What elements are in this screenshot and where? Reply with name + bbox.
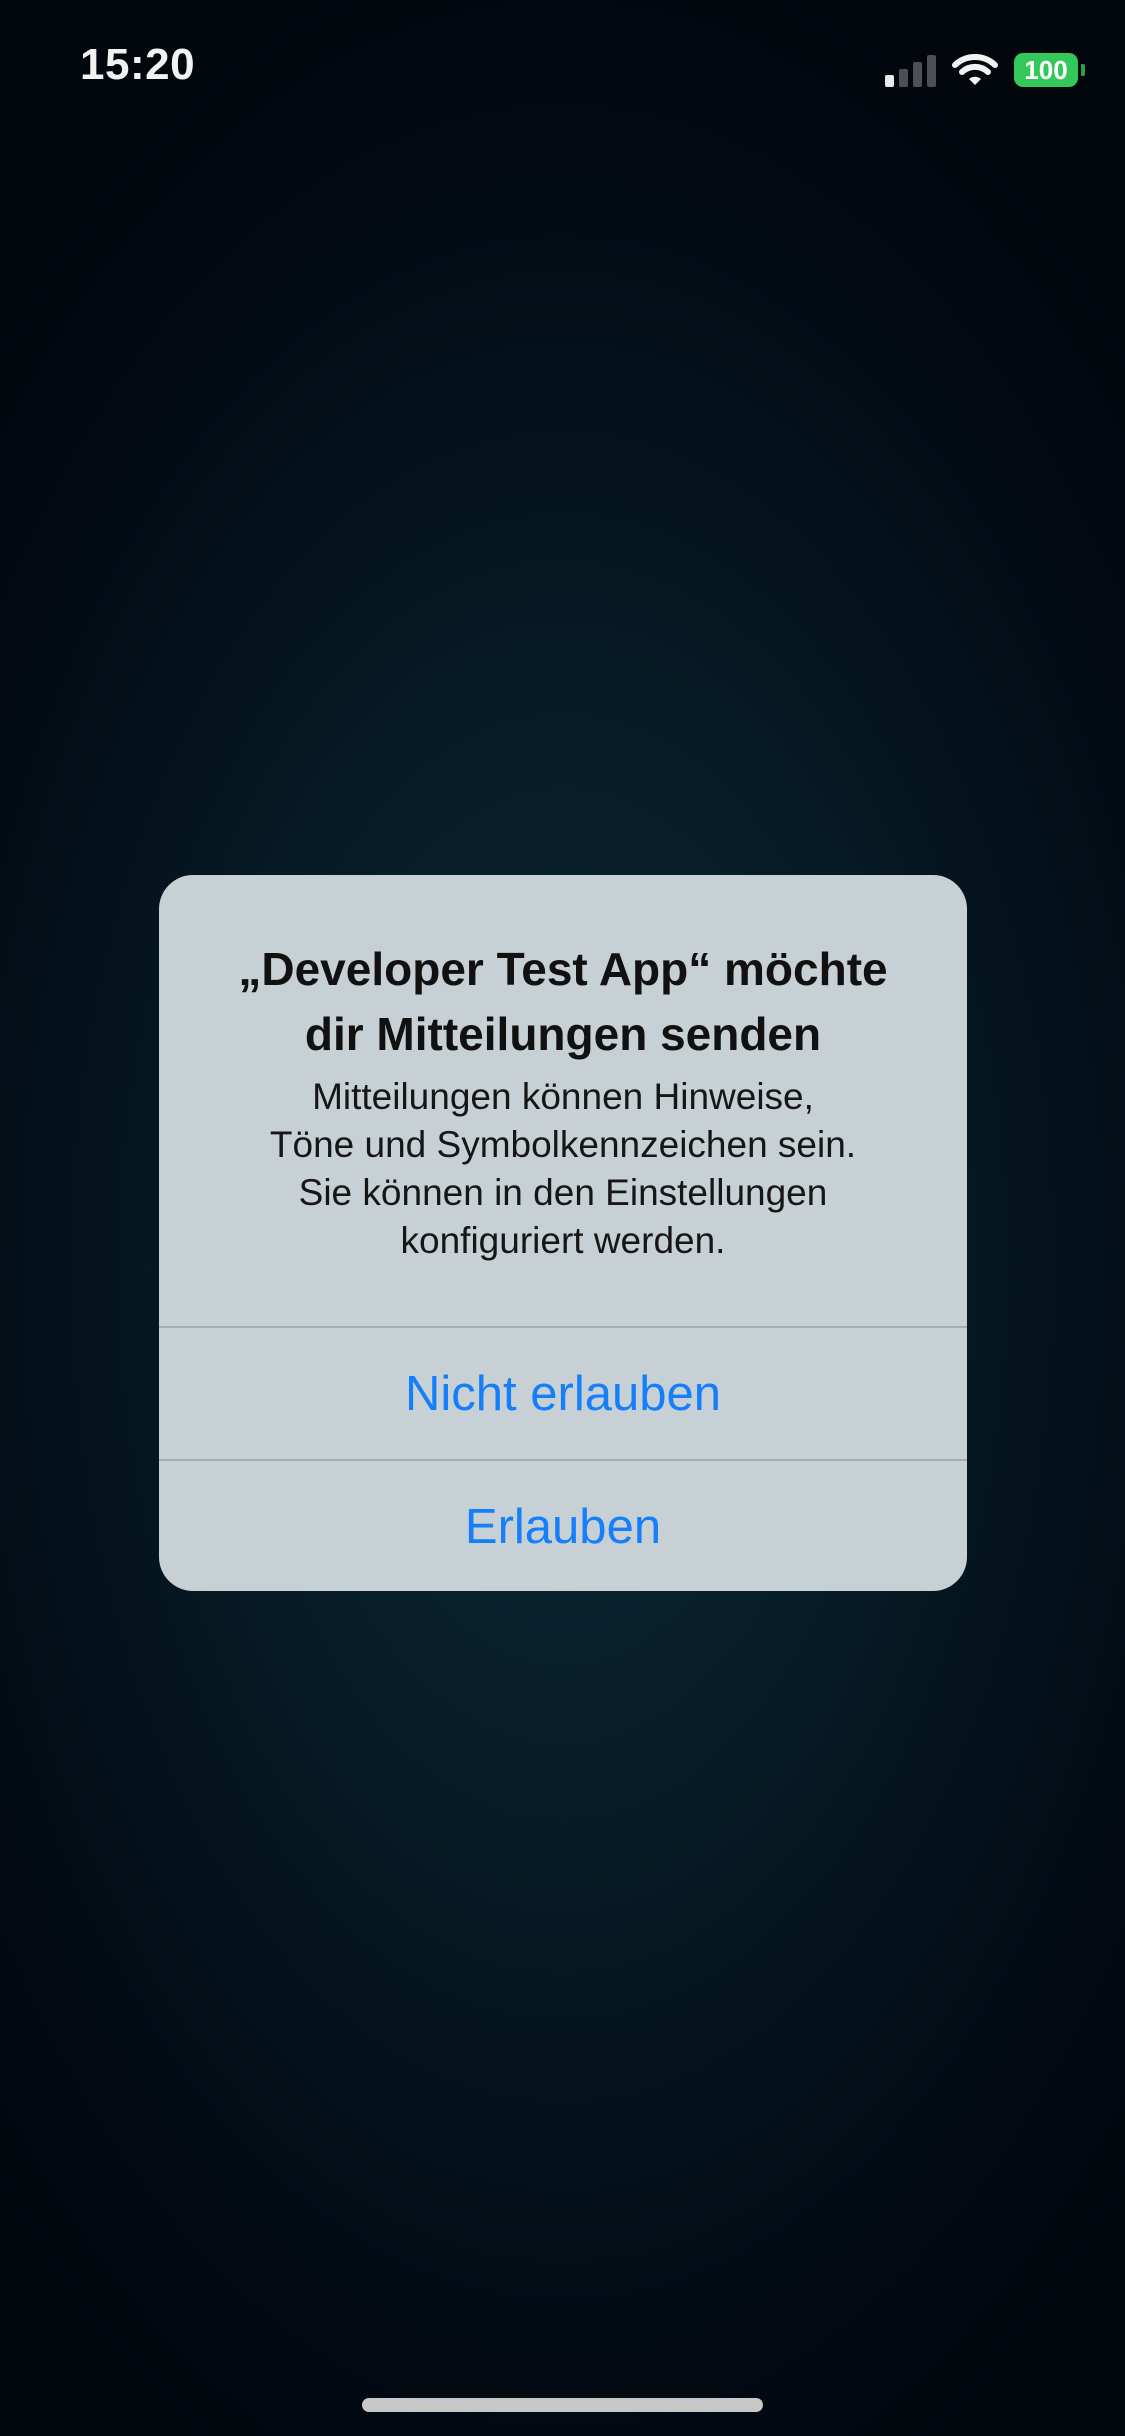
alert-message-line: konfiguriert werden. <box>400 1220 726 1261</box>
status-bar: 15:20 100 <box>0 0 1125 140</box>
dont-allow-button[interactable]: Nicht erlauben <box>159 1328 967 1459</box>
alert-message-line: Mitteilungen können Hinweise, <box>312 1076 814 1117</box>
cellular-signal-icon <box>885 53 936 87</box>
allow-button[interactable]: Erlauben <box>159 1461 967 1591</box>
alert-message: Mitteilungen können Hinweise, Töne und S… <box>199 1073 927 1265</box>
alert-message-line: Sie können in den Einstellungen <box>298 1172 828 1213</box>
alert-message-line: Töne und Symbolkennzeichen sein. <box>269 1124 857 1165</box>
status-icons: 100 <box>885 48 1085 92</box>
alert-title: „Developer Test App“ möchte dir Mitteilu… <box>199 937 927 1067</box>
alert-title-line: dir Mitteilungen senden <box>304 1008 822 1060</box>
battery-level: 100 <box>1014 53 1078 87</box>
status-time: 15:20 <box>80 40 196 89</box>
alert-title-line: „Developer Test App“ möchte <box>238 943 888 995</box>
alert-content: „Developer Test App“ möchte dir Mitteilu… <box>159 875 967 1326</box>
battery-icon: 100 <box>1014 53 1085 87</box>
home-indicator[interactable] <box>362 2398 763 2412</box>
notification-permission-alert: „Developer Test App“ möchte dir Mitteilu… <box>159 875 967 1591</box>
wifi-icon <box>952 53 998 87</box>
